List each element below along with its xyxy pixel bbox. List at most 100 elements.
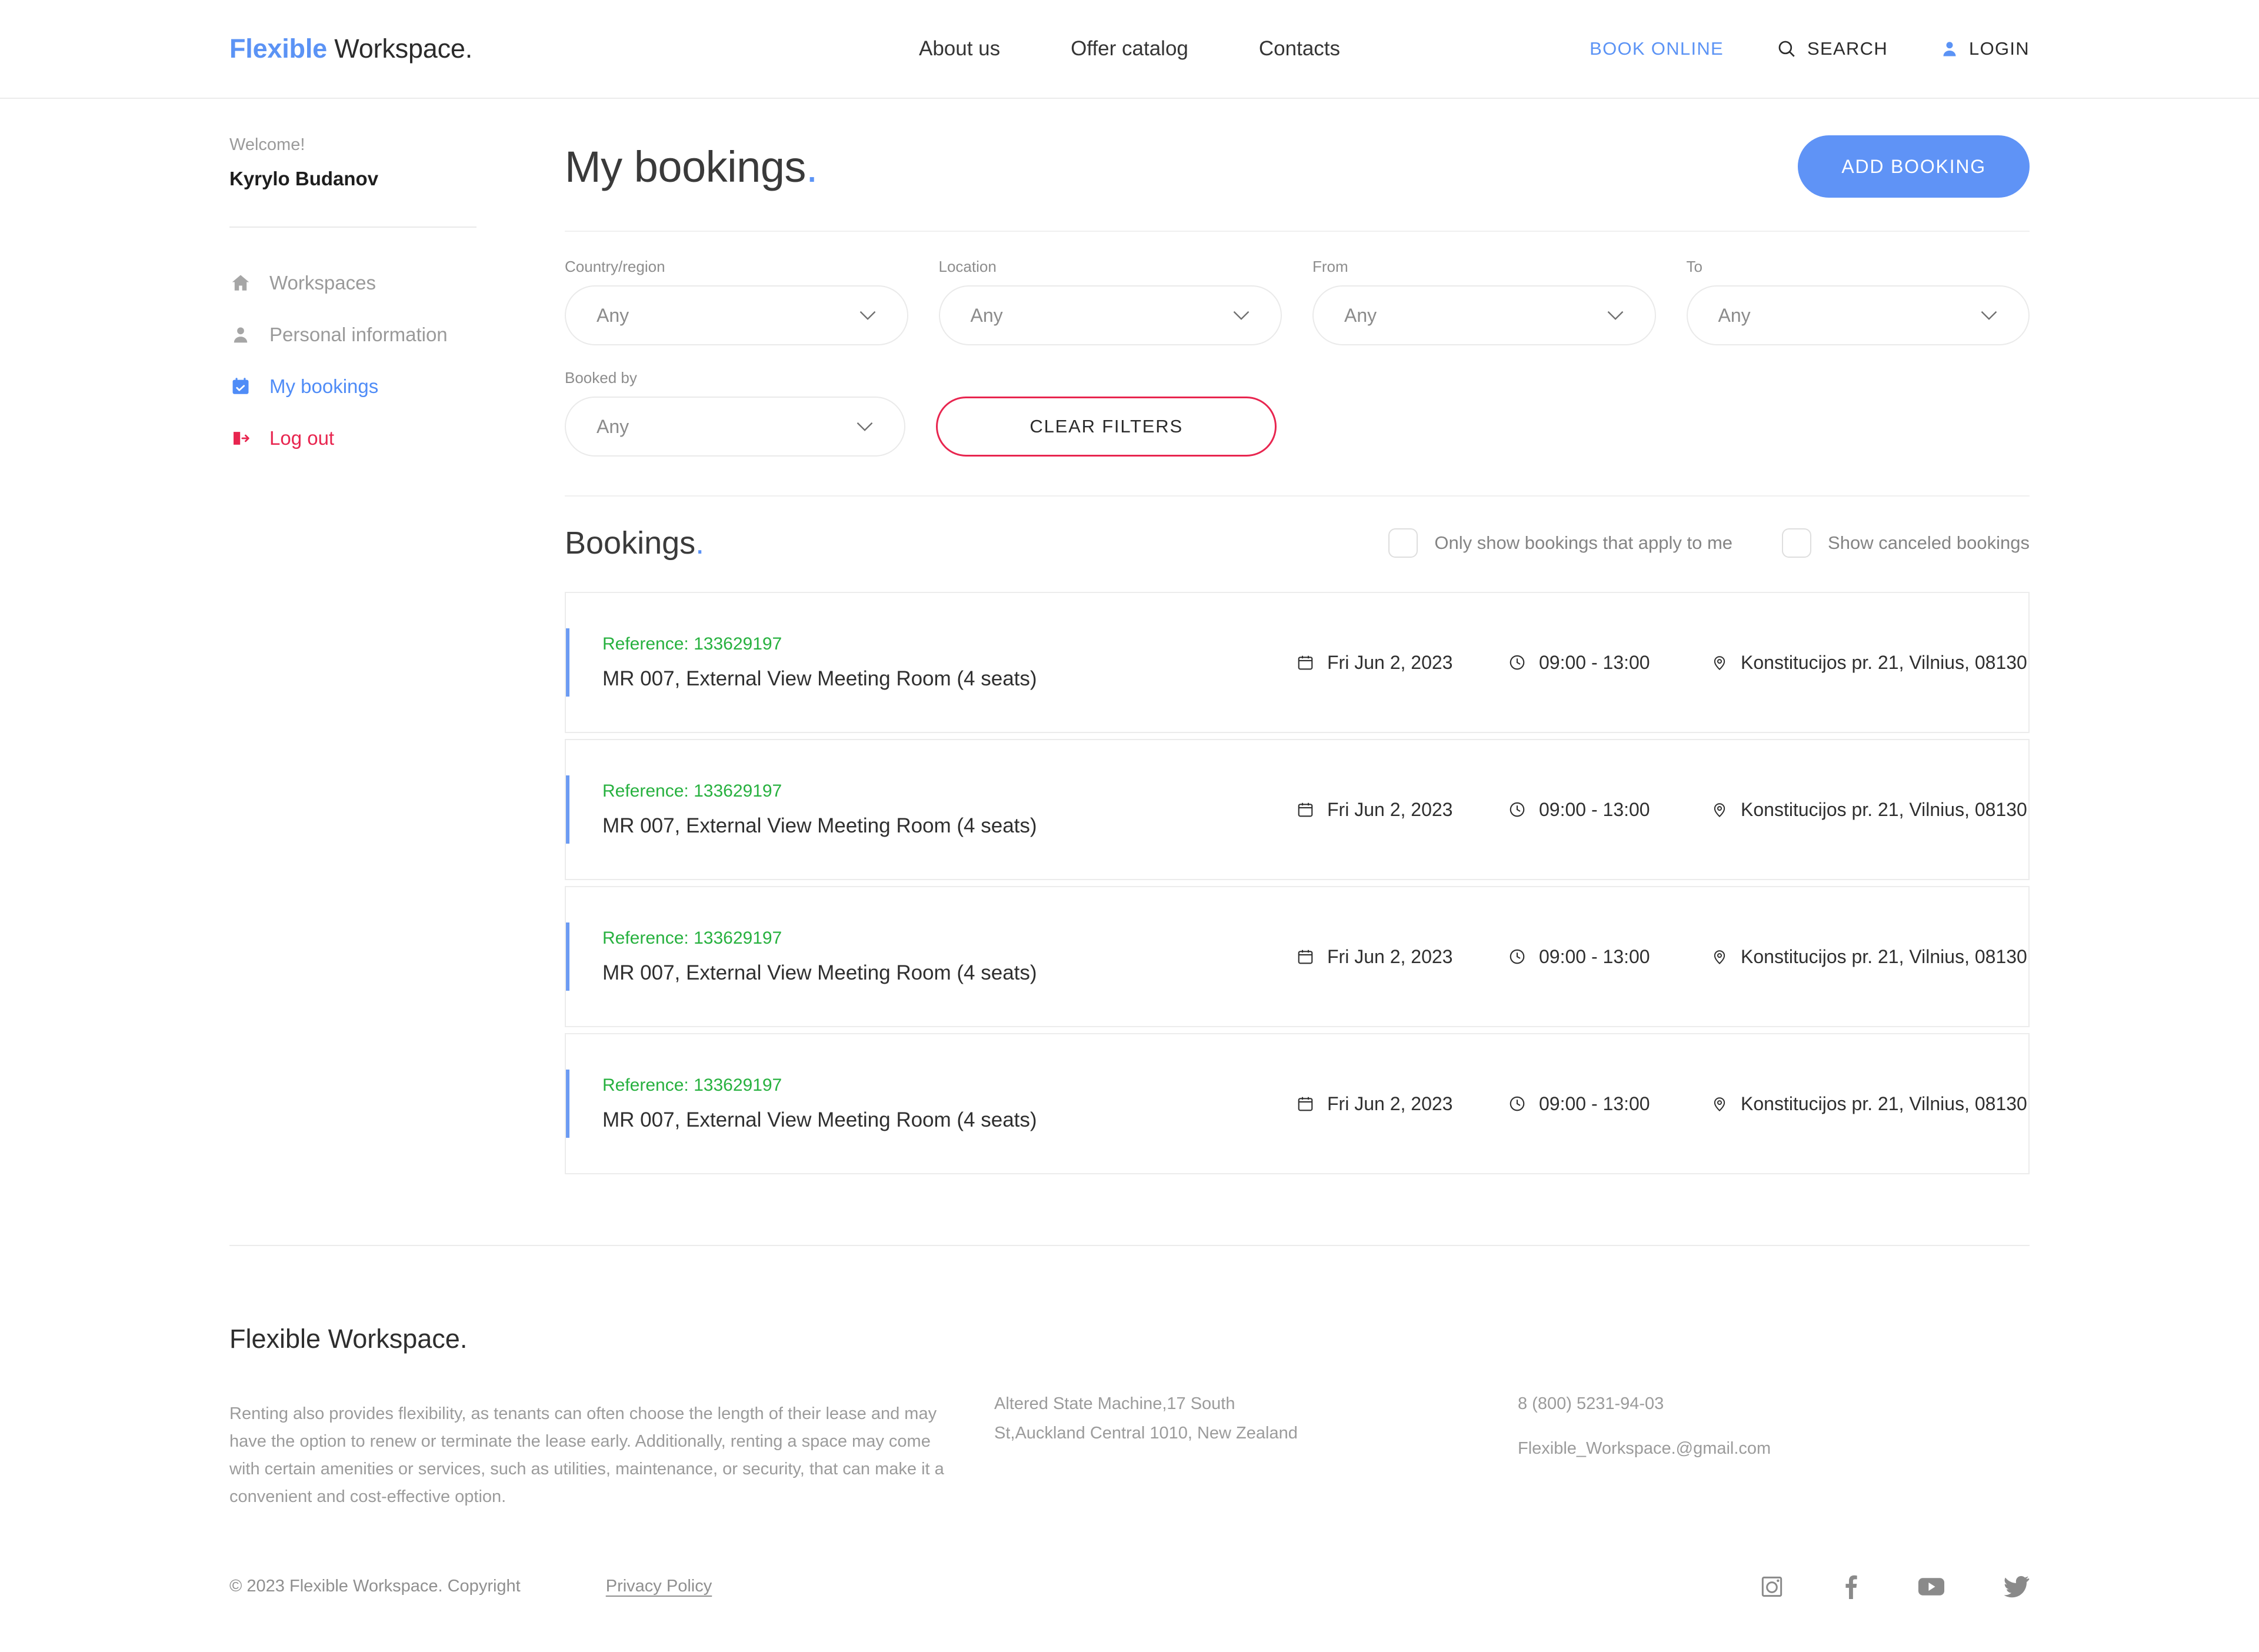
bookings-filters-checkboxes: Only show bookings that apply to me Show… [1388,528,2030,558]
page-title-dot: . [805,142,818,191]
footer-address-line-1: Altered State Machine,17 South [994,1394,1235,1413]
page-root: Flexible Workspace. About us Offer catal… [0,0,2259,1652]
user-name: Kyrylo Budanov [229,168,379,189]
calendar-icon [1297,1095,1314,1113]
privacy-policy-link[interactable]: Privacy Policy [606,1577,712,1596]
booking-time: 09:00 - 13:00 [1508,652,1711,674]
footer-email[interactable]: Flexible_Workspace.@gmail.com [1518,1434,1771,1464]
site-header: Flexible Workspace. About us Offer catal… [0,0,2259,99]
header-actions: BOOK ONLINE SEARCH LOGIN [1590,38,2030,59]
chevron-down-icon [1232,310,1250,321]
checkbox-box[interactable] [1388,528,1418,558]
book-online-link[interactable]: BOOK ONLINE [1590,38,1724,59]
booking-location-text: Konstitucijos pr. 21, Vilnius, 08130 [1741,1093,2027,1114]
location-select[interactable]: Any [938,285,1282,345]
primary-navigation: About us Offer catalog Contacts [919,37,1340,61]
home-icon [229,272,252,294]
sidebar-item-label: Personal information [269,324,448,345]
twitter-icon[interactable] [2004,1576,2030,1598]
booking-reference: Reference: 133629197 [602,928,782,948]
nav-item-offer-catalog[interactable]: Offer catalog [1071,37,1188,61]
checkbox-show-canceled[interactable]: Show canceled bookings [1782,528,2030,558]
footer-brand-block: Flexible Workspace. Renting also provide… [229,1324,994,1511]
chevron-down-icon [859,310,877,321]
checkbox-box[interactable] [1782,528,1812,558]
filters-spacer [1307,369,2030,457]
footer-phone[interactable]: 8 (800) 5231-94-03 [1518,1390,1771,1419]
search-label: SEARCH [1807,38,1888,59]
card-accent-bar [566,922,569,991]
booked-by-select[interactable]: Any [565,397,906,457]
booking-card[interactable]: Reference: 133629197 MR 007, External Vi… [565,739,2030,880]
brand-logo-primary: Flexible [229,1324,321,1354]
booking-time-text: 09:00 - 13:00 [1539,945,1650,967]
card-accent-bar [566,628,569,697]
sidebar-item-log-out[interactable]: Log out [229,423,477,454]
from-select[interactable]: Any [1312,285,1656,345]
nav-item-about-us[interactable]: About us [919,37,1000,61]
login-button[interactable]: LOGIN [1941,38,2030,59]
booking-location-text: Konstitucijos pr. 21, Vilnius, 08130 [1741,651,2027,673]
nav-item-contacts[interactable]: Contacts [1259,37,1340,61]
filter-label: Country/region [565,258,665,275]
sidebar-item-workspaces[interactable]: Workspaces [229,268,477,298]
footer-brand-logo[interactable]: Flexible Workspace. [229,1324,994,1354]
booking-room: MR 007, External View Meeting Room (4 se… [602,667,1037,690]
booking-time-text: 09:00 - 13:00 [1539,1093,1650,1114]
footer-address: Altered State Machine,17 South St,Auckla… [994,1324,1406,1448]
clock-icon [1508,801,1526,818]
booking-date: Fri Jun 2, 2023 [1297,1093,1508,1115]
search-button[interactable]: SEARCH [1777,38,1888,59]
booking-time: 09:00 - 13:00 [1508,1093,1711,1115]
sidebar-item-label: My bookings [269,375,379,397]
location-pin-icon [1711,801,1728,818]
add-booking-button[interactable]: ADD BOOKING [1798,135,2030,198]
sidebar-item-my-bookings[interactable]: My bookings [229,371,477,402]
booking-card-main: Reference: 133629197 MR 007, External Vi… [602,781,1297,838]
location-pin-icon [1711,1095,1728,1113]
booking-date-text: Fri Jun 2, 2023 [1327,651,1453,673]
bookings-title: Bookings. [565,525,704,561]
booking-card-meta: Fri Jun 2, 2023 09:00 - 13:00 Konstituci… [1297,652,2028,674]
select-value: Any [970,304,1003,326]
to-select[interactable]: Any [1686,285,2030,345]
checkbox-only-show-mine[interactable]: Only show bookings that apply to me [1388,528,1732,558]
filter-to: To Any [1686,258,2030,345]
booking-location: Konstitucijos pr. 21, Vilnius, 08130 [1711,652,2027,674]
user-icon [229,325,252,345]
youtube-icon[interactable] [1918,1577,1945,1597]
checkbox-label: Only show bookings that apply to me [1434,532,1733,553]
booking-location-text: Konstitucijos pr. 21, Vilnius, 08130 [1741,945,2027,967]
chevron-down-icon [1980,310,1998,321]
footer-bottom-bar: © 2023 Flexible Workspace. Copyright Pri… [0,1511,2259,1652]
facebook-icon[interactable] [1842,1574,1859,1599]
brand-logo-dot: . [459,1324,468,1354]
card-accent-bar [566,775,569,844]
booking-card-main: Reference: 133629197 MR 007, External Vi… [602,634,1297,691]
booking-location-text: Konstitucijos pr. 21, Vilnius, 08130 [1741,798,2027,820]
booking-time: 09:00 - 13:00 [1508,946,1711,968]
sidebar-item-label: Workspaces [269,272,376,294]
filter-label: From [1312,258,1348,275]
booking-room: MR 007, External View Meeting Room (4 se… [602,814,1037,837]
booking-card[interactable]: Reference: 133629197 MR 007, External Vi… [565,886,2030,1027]
main-content: My bookings. ADD BOOKING Country/region … [512,135,2030,1174]
booking-location: Konstitucijos pr. 21, Vilnius, 08130 [1711,1093,2027,1115]
instagram-icon[interactable] [1760,1575,1784,1598]
country-region-select[interactable]: Any [565,285,908,345]
booking-date: Fri Jun 2, 2023 [1297,799,1508,821]
booking-date-text: Fri Jun 2, 2023 [1327,798,1453,820]
card-accent-bar [566,1070,569,1138]
location-pin-icon [1711,948,1728,965]
user-icon [1941,39,1958,58]
calendar-icon [1297,948,1314,965]
brand-logo-secondary: Workspace [326,34,465,64]
booking-card[interactable]: Reference: 133629197 MR 007, External Vi… [565,592,2030,733]
welcome-label: Welcome! [229,135,305,154]
clear-filters-button[interactable]: CLEAR FILTERS [936,397,1277,457]
page-title-text: My bookings [565,142,806,191]
select-value: Any [1718,304,1751,326]
brand-logo[interactable]: Flexible Workspace. [229,34,472,64]
booking-card[interactable]: Reference: 133629197 MR 007, External Vi… [565,1033,2030,1174]
sidebar-item-personal-information[interactable]: Personal information [229,319,477,350]
